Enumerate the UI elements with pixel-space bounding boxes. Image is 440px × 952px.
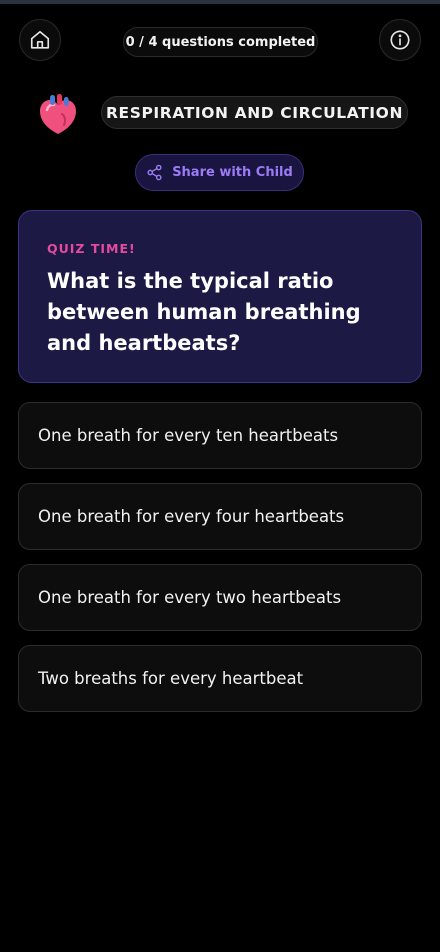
info-button[interactable] xyxy=(379,19,421,61)
answer-option-1[interactable]: One breath for every ten heartbeats xyxy=(18,402,422,469)
topic-title: RESPIRATION AND CIRCULATION xyxy=(101,96,408,129)
share-button-label: Share with Child xyxy=(172,165,293,180)
answer-option-2[interactable]: One breath for every four heartbeats xyxy=(18,483,422,550)
answer-option-label: Two breaths for every heartbeat xyxy=(38,669,304,688)
share-icon xyxy=(147,164,162,181)
progress-indicator: 0 / 4 questions completed xyxy=(123,27,318,57)
top-edge-bar xyxy=(0,0,440,4)
anatomical-heart-icon xyxy=(38,94,78,136)
answer-option-4[interactable]: Two breaths for every heartbeat xyxy=(18,645,422,712)
quiz-tag: QUIZ TIME! xyxy=(47,241,136,256)
quiz-question-card: QUIZ TIME! What is the typical ratio bet… xyxy=(18,210,422,383)
answer-option-3[interactable]: One breath for every two heartbeats xyxy=(18,564,422,631)
home-icon xyxy=(30,30,50,49)
answer-option-label: One breath for every ten heartbeats xyxy=(38,426,339,445)
quiz-question: What is the typical ratio between human … xyxy=(47,269,361,355)
answer-option-label: One breath for every two heartbeats xyxy=(38,588,342,607)
share-with-child-button[interactable]: Share with Child xyxy=(135,154,304,191)
home-button[interactable] xyxy=(19,19,61,61)
info-icon xyxy=(390,30,410,50)
answer-option-label: One breath for every four heartbeats xyxy=(38,507,345,526)
